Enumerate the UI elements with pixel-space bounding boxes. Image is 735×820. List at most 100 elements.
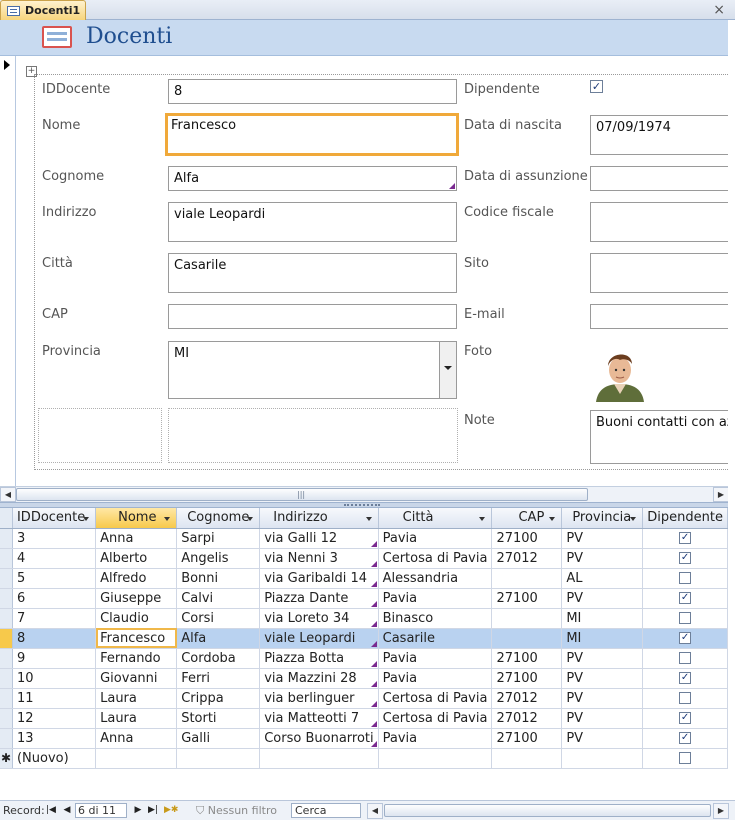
table-cell[interactable]: Giuseppe bbox=[95, 588, 178, 609]
row-selector[interactable] bbox=[0, 608, 13, 629]
table-cell[interactable]: 11 bbox=[12, 688, 97, 709]
table-row[interactable]: 10 Giovanni Ferri via Mazzini 28 Pavia 27100 P… bbox=[0, 668, 728, 689]
table-cell[interactable]: Laura bbox=[95, 708, 178, 729]
table-row[interactable]: 12 Laura Storti via Matteotti 7 Certosa di P… bbox=[0, 708, 728, 729]
table-cell[interactable]: Sarpi bbox=[176, 528, 261, 549]
dipendente-checkbox[interactable] bbox=[679, 572, 692, 584]
cognome-field[interactable]: Alfa bbox=[168, 166, 457, 191]
table-cell[interactable]: ✓ bbox=[642, 548, 728, 569]
dipendente-checkbox[interactable]: ✓ bbox=[679, 632, 692, 644]
select-all-corner[interactable] bbox=[0, 508, 13, 529]
table-row[interactable]: 8 Francesco Alfa viale Leopardi Casarile MI ✓ bbox=[0, 628, 728, 649]
codice-fiscale-field[interactable] bbox=[590, 202, 728, 242]
column-header-cognome[interactable]: Cognome bbox=[176, 508, 261, 529]
photo-attachment[interactable] bbox=[590, 342, 650, 402]
table-cell[interactable]: via Matteotti 7 bbox=[259, 708, 379, 729]
note-field[interactable]: Buoni contatti con aziende bbox=[590, 410, 728, 464]
table-cell[interactable]: via berlinguer bbox=[259, 688, 379, 709]
datasheet-scroll-thumb[interactable] bbox=[384, 804, 711, 817]
iddocente-field[interactable]: 8 bbox=[168, 79, 457, 104]
row-selector[interactable] bbox=[0, 628, 13, 649]
column-header-provincia[interactable]: Provincia bbox=[561, 508, 644, 529]
table-cell[interactable]: PV bbox=[561, 668, 644, 689]
tab-docenti1[interactable]: Docenti1 bbox=[0, 0, 86, 20]
table-cell[interactable]: PV bbox=[561, 528, 644, 549]
table-cell[interactable]: Laura bbox=[95, 688, 178, 709]
table-cell[interactable]: Alfa bbox=[176, 628, 261, 649]
scroll-right-icon[interactable]: ▶ bbox=[713, 487, 729, 502]
scroll-left-icon[interactable]: ◀ bbox=[0, 487, 16, 502]
dipendente-checkbox[interactable]: ✓ bbox=[590, 80, 603, 93]
table-cell[interactable]: viale Leopardi bbox=[259, 628, 379, 649]
next-record-icon[interactable]: ▶ bbox=[132, 804, 144, 817]
table-cell[interactable] bbox=[642, 648, 728, 669]
table-cell[interactable]: Pavia bbox=[378, 648, 493, 669]
table-row[interactable]: 4 Alberto Angelis via Nenni 3 Certosa di Pav… bbox=[0, 548, 728, 569]
dipendente-checkbox[interactable] bbox=[679, 652, 692, 664]
table-cell[interactable]: Calvi bbox=[176, 588, 261, 609]
cap-field[interactable] bbox=[168, 304, 457, 329]
table-cell[interactable]: 4 bbox=[12, 548, 97, 569]
dipendente-checkbox[interactable]: ✓ bbox=[679, 672, 692, 684]
table-cell[interactable]: ✓ bbox=[642, 628, 728, 649]
table-row[interactable]: 9 Fernando Cordoba Piazza Botta Pavia 27100 PV bbox=[0, 648, 728, 669]
first-record-icon[interactable]: |◀ bbox=[45, 804, 57, 817]
table-cell[interactable]: Alessandria bbox=[378, 568, 493, 589]
table-cell[interactable] bbox=[378, 748, 493, 769]
last-record-icon[interactable]: ▶| bbox=[147, 804, 159, 817]
table-cell[interactable] bbox=[491, 568, 563, 589]
table-cell[interactable]: 3 bbox=[12, 528, 97, 549]
no-filter-button[interactable]: ⛉ Nessun filtro bbox=[196, 804, 277, 818]
row-selector[interactable] bbox=[0, 528, 13, 549]
chevron-down-icon[interactable] bbox=[164, 517, 171, 521]
table-cell[interactable]: ✓ bbox=[642, 588, 728, 609]
table-row[interactable]: 13 Anna Galli Corso Buonarroti Pavia 27100 PV ✓ bbox=[0, 728, 728, 749]
table-cell[interactable]: Ferri bbox=[176, 668, 261, 689]
column-header-citta[interactable]: Città bbox=[378, 508, 493, 529]
table-cell[interactable] bbox=[95, 748, 178, 769]
table-cell[interactable]: via Nenni 3 bbox=[259, 548, 379, 569]
dipendente-checkbox[interactable] bbox=[679, 752, 692, 764]
table-cell[interactable]: Alfredo bbox=[95, 568, 178, 589]
table-cell[interactable] bbox=[642, 748, 728, 769]
table-cell[interactable]: PV bbox=[561, 688, 644, 709]
data-assunzione-field[interactable] bbox=[590, 166, 728, 191]
scroll-left-icon[interactable]: ◀ bbox=[367, 803, 383, 819]
table-cell[interactable]: MI bbox=[561, 608, 644, 629]
citta-field[interactable]: Casarile bbox=[168, 253, 457, 293]
table-cell[interactable]: Casarile bbox=[378, 628, 493, 649]
table-cell[interactable]: MI bbox=[561, 628, 644, 649]
column-header-indirizzo[interactable]: Indirizzo bbox=[259, 508, 379, 529]
table-cell[interactable]: Alberto bbox=[95, 548, 178, 569]
table-row[interactable]: 5 Alfredo Bonni via Garibaldi 14 Alessandria… bbox=[0, 568, 728, 589]
table-cell[interactable] bbox=[561, 748, 644, 769]
table-cell[interactable]: 5 bbox=[12, 568, 97, 589]
chevron-down-icon[interactable] bbox=[549, 517, 556, 521]
table-cell[interactable]: 9 bbox=[12, 648, 97, 669]
table-cell[interactable]: 6 bbox=[12, 588, 97, 609]
table-cell[interactable]: ✓ bbox=[642, 668, 728, 689]
table-cell[interactable]: ✓ bbox=[642, 728, 728, 749]
table-cell[interactable]: Certosa di Pavia bbox=[378, 548, 493, 569]
chevron-down-icon[interactable] bbox=[479, 517, 486, 521]
dipendente-checkbox[interactable] bbox=[679, 692, 692, 704]
table-cell[interactable] bbox=[491, 628, 563, 649]
table-cell[interactable]: Corsi bbox=[176, 608, 261, 629]
row-selector[interactable] bbox=[0, 588, 13, 609]
table-cell[interactable]: via Galli 12 bbox=[259, 528, 379, 549]
row-selector[interactable] bbox=[0, 548, 13, 569]
table-cell[interactable]: Certosa di Pavia bbox=[378, 688, 493, 709]
table-cell[interactable] bbox=[491, 608, 563, 629]
table-cell[interactable]: PV bbox=[561, 708, 644, 729]
nome-field[interactable]: Francesco bbox=[165, 113, 459, 156]
table-cell[interactable]: Pavia bbox=[378, 588, 493, 609]
dipendente-checkbox[interactable]: ✓ bbox=[679, 592, 692, 604]
table-cell[interactable]: 10 bbox=[12, 668, 97, 689]
dipendente-checkbox[interactable]: ✓ bbox=[679, 732, 692, 744]
table-cell[interactable]: 27012 bbox=[491, 688, 563, 709]
table-cell[interactable]: 7 bbox=[12, 608, 97, 629]
table-row[interactable]: 11 Laura Crippa via berlinguer Certosa di Pa… bbox=[0, 688, 728, 709]
table-cell[interactable]: 27100 bbox=[491, 728, 563, 749]
chevron-down-icon[interactable] bbox=[365, 517, 372, 521]
row-selector[interactable] bbox=[0, 668, 13, 689]
